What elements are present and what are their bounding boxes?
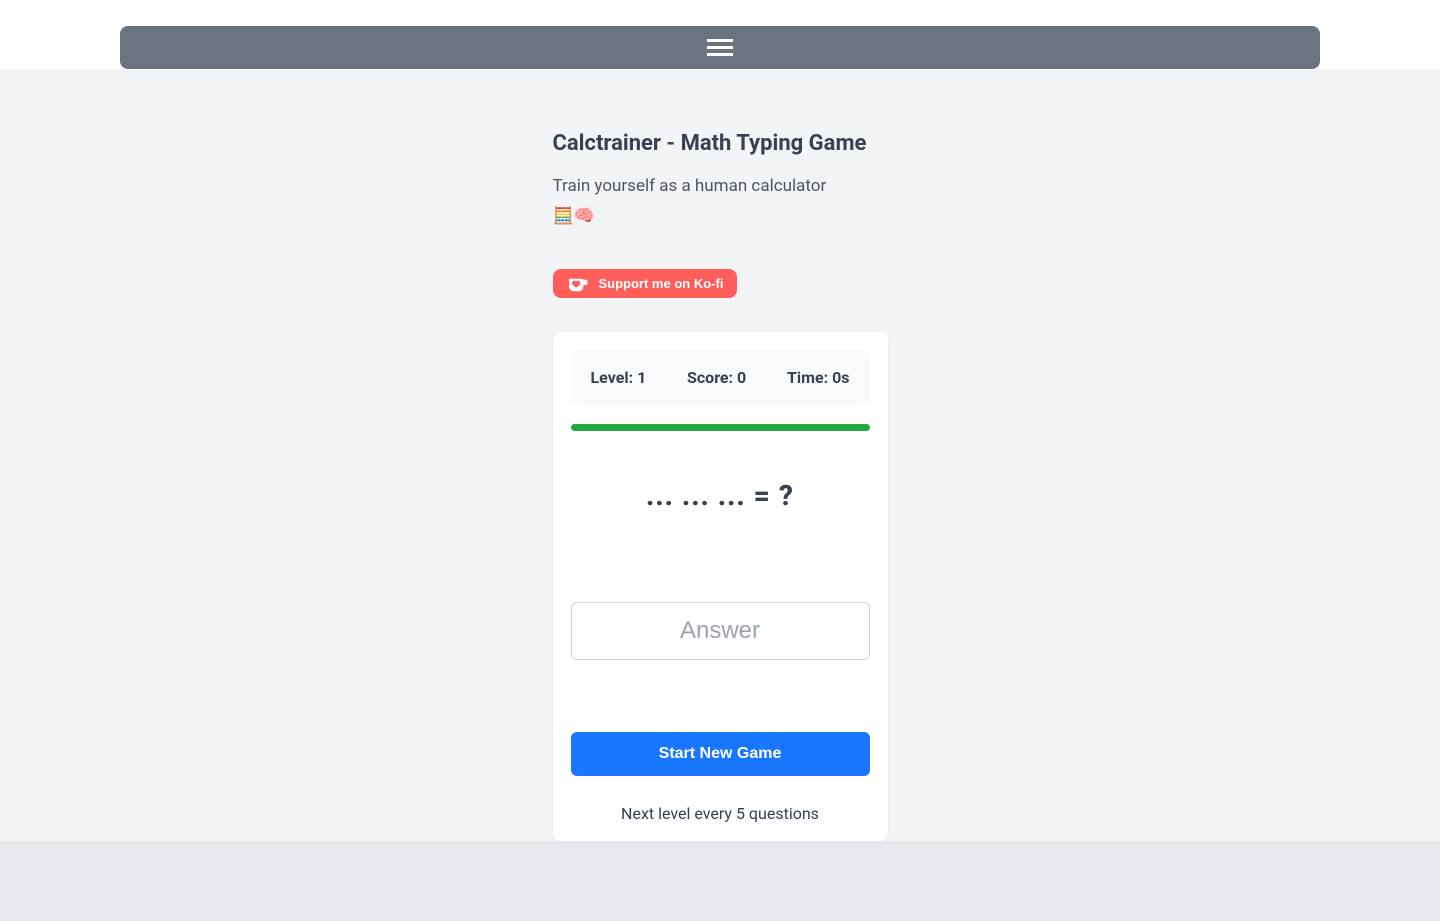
- top-area: [0, 0, 1440, 69]
- footer-area: [0, 841, 1440, 921]
- question-display: ... ... ... = ?: [571, 479, 870, 512]
- game-card: Level: 1 Score: 0 Time: 0s ... ... ... =…: [553, 332, 888, 841]
- stat-score-label: Score:: [687, 368, 733, 387]
- start-new-game-button[interactable]: Start New Game: [571, 732, 870, 776]
- nav-bar: [120, 26, 1320, 69]
- stat-time-label: Time:: [787, 368, 828, 387]
- main-content: Calctrainer - Math Typing Game Train you…: [0, 69, 1440, 841]
- stat-score: Score: 0: [687, 368, 746, 387]
- progress-bar: [571, 424, 870, 431]
- answer-input[interactable]: [571, 602, 870, 660]
- hamburger-line: [707, 53, 733, 56]
- hamburger-line: [707, 46, 733, 49]
- stat-level: Level: 1: [591, 368, 647, 387]
- stats-bar: Level: 1 Score: 0 Time: 0s: [571, 350, 870, 405]
- stat-level-value: 1: [637, 368, 646, 387]
- hamburger-menu-button[interactable]: [707, 39, 733, 56]
- kofi-support-button[interactable]: Support me on Ko-fi: [553, 269, 738, 298]
- page-subtitle-1: Train yourself as a human calculator: [553, 174, 888, 200]
- heading-wrapper: Calctrainer - Math Typing Game Train you…: [553, 131, 888, 298]
- stat-level-label: Level:: [591, 368, 634, 387]
- stat-time-value: 0s: [832, 368, 849, 387]
- stat-score-value: 0: [737, 368, 746, 387]
- content-wrapper: Calctrainer - Math Typing Game Train you…: [553, 131, 888, 841]
- kofi-cup-icon: [567, 277, 589, 291]
- stat-time: Time: 0s: [787, 368, 850, 387]
- hamburger-line: [707, 39, 733, 42]
- kofi-label: Support me on Ko-fi: [599, 276, 724, 291]
- hint-text: Next level every 5 questions: [571, 804, 870, 823]
- page-subtitle-2: 🧮🧠: [553, 204, 888, 230]
- page-title: Calctrainer - Math Typing Game: [553, 131, 888, 156]
